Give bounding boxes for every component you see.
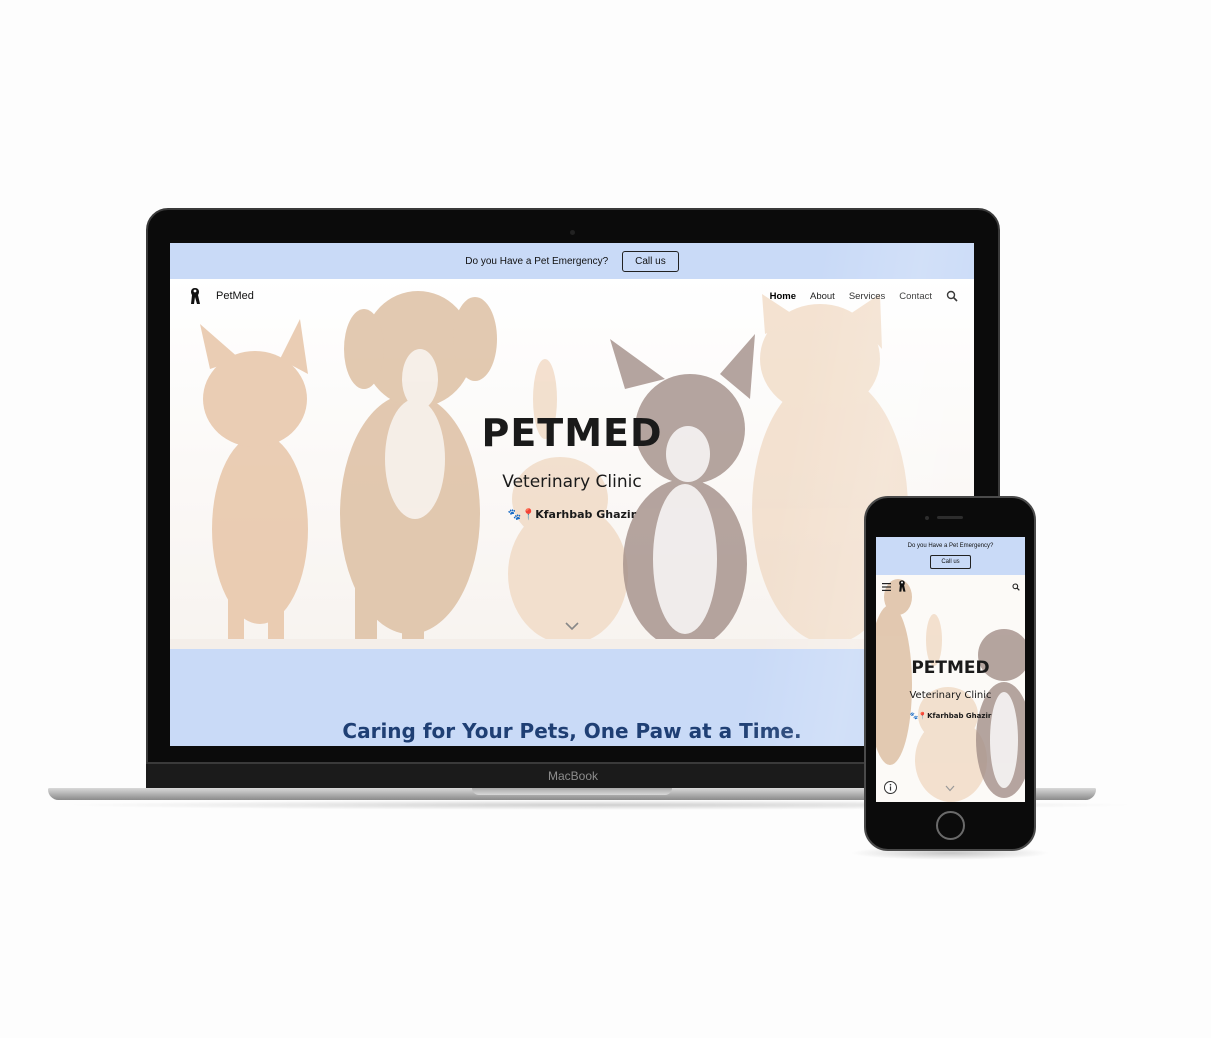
hero-location: 🐾📍Kfarhbab Ghazir: [507, 508, 637, 521]
phone-screen: Do you Have a Pet Emergency? Call us PET…: [876, 537, 1025, 802]
emergency-bar: Do you Have a Pet Emergency? Call us: [170, 243, 974, 279]
chevron-down-icon[interactable]: [945, 785, 955, 792]
nav-links: Home About Services Contact: [770, 290, 958, 302]
laptop-screen: Do you Have a Pet Emergency? Call us Pet…: [170, 243, 974, 746]
search-icon[interactable]: [1012, 583, 1020, 591]
phone-camera: [925, 516, 929, 520]
phone-home-button[interactable]: [936, 811, 965, 840]
laptop-camera: [570, 230, 575, 235]
navbar: PetMed Home About Services Contact: [170, 281, 974, 311]
phone-hero-overlay: [876, 575, 1025, 802]
phone-call-us-button[interactable]: Call us: [930, 555, 971, 569]
brand-name[interactable]: PetMed: [216, 290, 254, 302]
petmed-logo-icon[interactable]: [188, 286, 202, 306]
hero-title: PETMED: [481, 411, 663, 455]
search-icon[interactable]: [946, 290, 958, 302]
nav-contact[interactable]: Contact: [899, 291, 932, 302]
nav-about[interactable]: About: [810, 291, 835, 302]
phone-hero-subtitle: Veterinary Clinic: [909, 690, 992, 701]
chevron-down-icon[interactable]: [565, 621, 579, 631]
phone-hero-section: [876, 575, 1025, 802]
petmed-logo-icon[interactable]: [897, 579, 907, 593]
info-icon[interactable]: [884, 781, 897, 794]
call-us-button[interactable]: Call us: [622, 250, 679, 272]
hero-section: [170, 279, 974, 649]
tagline: Caring for Your Pets, One Paw at a Time.: [342, 719, 802, 743]
hamburger-menu-icon[interactable]: [882, 583, 891, 591]
hero-subtitle: Veterinary Clinic: [502, 472, 642, 492]
phone-navbar: [876, 579, 1025, 595]
phone-hero-title: PETMED: [911, 658, 990, 678]
laptop-notch: [472, 788, 672, 795]
phone-emergency-text: Do you Have a Pet Emergency?: [907, 543, 994, 549]
phone-hero-location: 🐾📍Kfarhbab Ghazir: [909, 712, 992, 720]
phone-speaker: [937, 516, 963, 519]
emergency-text: Do you Have a Pet Emergency?: [465, 255, 609, 267]
nav-home[interactable]: Home: [770, 291, 796, 302]
hero-overlay: [170, 279, 974, 649]
device-mockup-scene: Do you Have a Pet Emergency? Call us Pet…: [0, 0, 1211, 1038]
nav-services[interactable]: Services: [849, 291, 885, 302]
